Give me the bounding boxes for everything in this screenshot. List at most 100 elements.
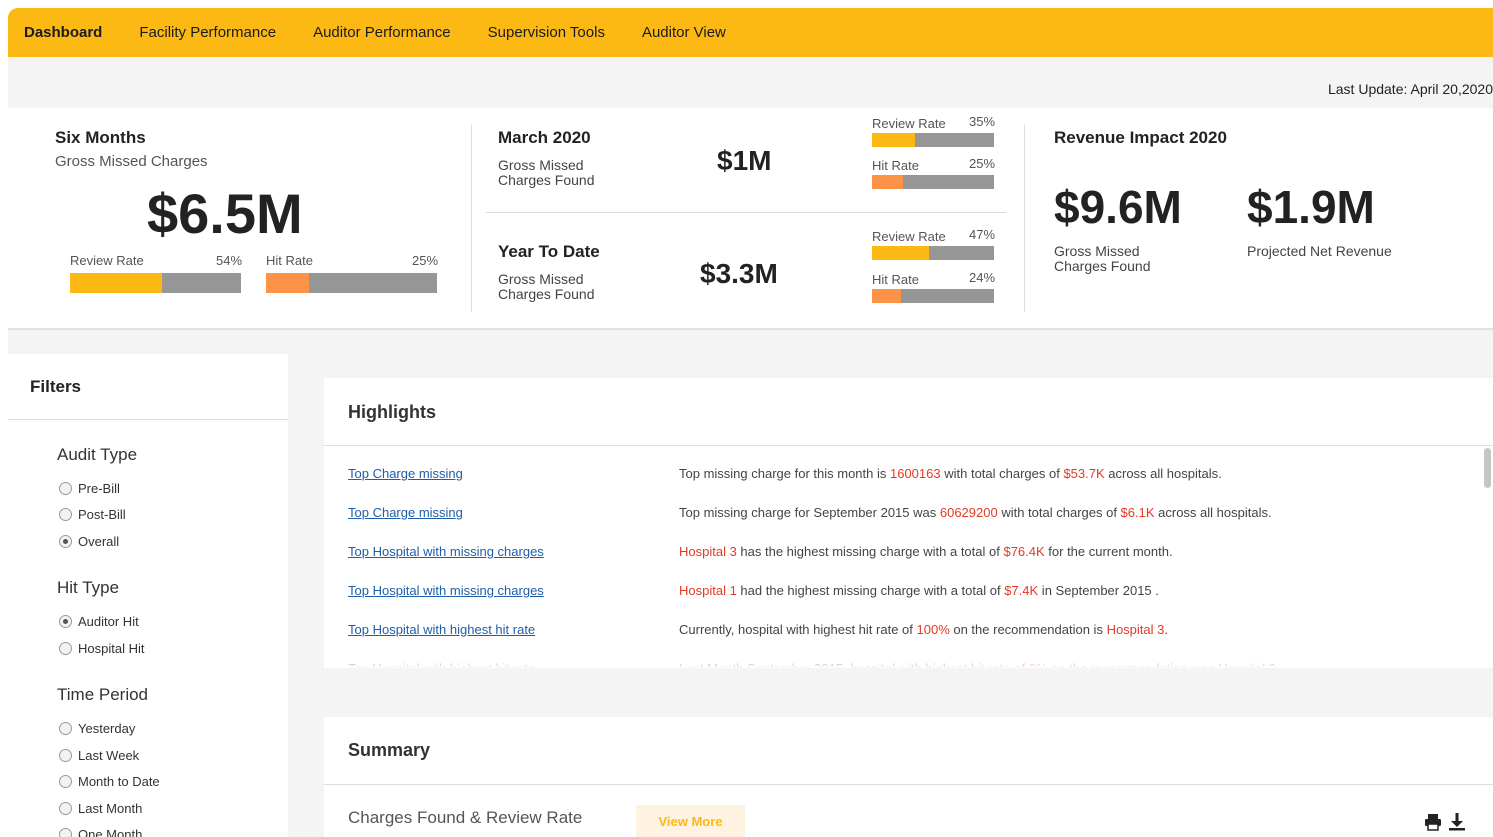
radio-hospital-hit[interactable]: Hospital Hit: [59, 641, 144, 656]
revenue-gross-label: Gross Missed Charges Found: [1054, 243, 1151, 274]
highlight-value: 60629200: [939, 505, 998, 520]
highlight-text: Hospital 3 has the highest missing charg…: [679, 544, 1173, 559]
last-update: Last Update: April 20,2020: [1327, 81, 1493, 97]
nav-dashboard[interactable]: Dashboard: [24, 24, 102, 41]
radio-circle[interactable]: [59, 749, 72, 762]
radio-circle[interactable]: [59, 802, 72, 815]
highlight-text-part: across all hospitals.: [1104, 466, 1222, 481]
radio-label: Last Week: [78, 748, 140, 763]
highlight-row: Top Charge missing Top missing charge for…: [348, 466, 1222, 481]
download-icon[interactable]: [1448, 812, 1466, 836]
radio-post-bill[interactable]: Post-Bill: [59, 507, 126, 522]
audit-type-title: Audit Type: [57, 445, 138, 464]
six-months-review-value: 54%: [216, 253, 243, 268]
filters-title: Filters: [30, 377, 82, 396]
nav-supervision-tools[interactable]: Supervision Tools: [488, 24, 605, 41]
highlight-text-part: with total charges of: [940, 466, 1064, 481]
highlight-text-part: Currently, hospital with highest hit rat…: [679, 622, 917, 637]
radio-yesterday[interactable]: Yesterday: [59, 721, 135, 736]
radio-label: Last Month: [78, 801, 143, 816]
hit-rate-fill: [872, 175, 903, 189]
six-months-hit-value: 25%: [412, 253, 439, 268]
radio-circle[interactable]: [59, 482, 72, 495]
highlights-card: Highlights Top Charge missing Top missing…: [324, 378, 1493, 668]
revenue-title: Revenue Impact 2020: [1054, 128, 1227, 147]
highlight-link[interactable]: Top Hospital with highest hit rate: [348, 622, 679, 637]
radio-circle[interactable]: [59, 828, 72, 837]
radio-last-month[interactable]: Last Month: [59, 801, 142, 816]
radio-label: Month to Date: [78, 774, 160, 789]
ytd-review-value: 47%: [969, 227, 996, 242]
highlight-link[interactable]: Top Charge missing: [348, 505, 679, 520]
highlight-value: 100%: [916, 622, 950, 637]
highlight-text-part: Top missing charge for September 2015 wa…: [679, 505, 940, 520]
radio-circle[interactable]: [59, 615, 72, 628]
radio-circle[interactable]: [59, 722, 72, 735]
revenue-net-value: $1.9M: [1247, 181, 1375, 233]
highlight-text: Top missing charge for September 2015 wa…: [679, 505, 1272, 520]
divider: [486, 212, 1006, 213]
march-review-value: 35%: [969, 114, 996, 129]
highlight-text-part: had the highest missing charge with a to…: [736, 583, 1005, 598]
review-rate-fill: [872, 246, 930, 260]
revenue-net-label: Projected Net Revenue: [1247, 243, 1392, 259]
nav-auditor-view[interactable]: Auditor View: [642, 24, 726, 41]
radio-auditor-hit[interactable]: Auditor Hit: [59, 614, 139, 629]
summary-card: Summary Charges Found & Review Rate View…: [324, 717, 1493, 837]
highlight-value: 1600163: [889, 466, 941, 481]
divider: [324, 784, 1493, 785]
highlight-value: $7.4K: [1004, 583, 1039, 598]
highlights-title: Highlights: [348, 402, 436, 422]
highlight-link[interactable]: Top Charge missing: [348, 466, 679, 481]
radio-overall[interactable]: Overall: [59, 534, 119, 549]
radio-last-week[interactable]: Last Week: [59, 748, 139, 763]
highlight-value: $76.4K: [1003, 544, 1045, 559]
radio-label: One Month: [78, 827, 143, 837]
highlight-link[interactable]: Top Hospital with missing charges: [348, 544, 679, 559]
six-months-review-bar: [70, 273, 241, 293]
divider: [471, 124, 472, 312]
stats-panel: Six Months Gross Missed Charges $6.5M Re…: [8, 108, 1493, 330]
radio-label: Auditor Hit: [78, 614, 139, 629]
six-months-subtitle: Gross Missed Charges: [55, 153, 208, 170]
highlight-text-part: across all hospitals.: [1154, 505, 1272, 520]
radio-month-to-date[interactable]: Month to Date: [59, 774, 160, 789]
summary-section-label: Charges Found & Review Rate: [348, 808, 583, 827]
highlight-text-part: has the highest missing charge with a to…: [736, 544, 1004, 559]
hit-type-title: Hit Type: [57, 578, 120, 597]
ytd-hit-bar: [872, 289, 994, 303]
divider: [324, 445, 1493, 446]
radio-label: Post-Bill: [78, 507, 126, 522]
ytd-review-label: Review Rate: [872, 229, 946, 244]
radio-one-month[interactable]: One Month: [59, 827, 142, 837]
hit-rate-fill: [266, 273, 309, 293]
highlight-text-part: .: [1164, 622, 1168, 637]
hit-rate-fill: [872, 289, 902, 303]
radio-circle[interactable]: [59, 535, 72, 548]
highlights-scrollbar[interactable]: [1484, 448, 1491, 488]
radio-circle[interactable]: [59, 642, 72, 655]
highlight-row: Top Hospital with missing charges Hospita…: [348, 544, 1173, 559]
print-icon[interactable]: [1424, 813, 1442, 836]
radio-pre-bill[interactable]: Pre-Bill: [59, 481, 120, 496]
radio-circle[interactable]: [59, 508, 72, 521]
highlight-link[interactable]: Top Hospital with missing charges: [348, 583, 679, 598]
six-months-review-label: Review Rate: [70, 253, 144, 268]
highlight-value: Hospital 1: [679, 583, 737, 598]
view-more-button[interactable]: View More: [636, 805, 745, 837]
ytd-subtitle: Gross Missed Charges Found: [498, 271, 595, 302]
march-hit-value: 25%: [969, 156, 996, 171]
nav-facility-performance[interactable]: Facility Performance: [139, 24, 276, 41]
fade-overlay: [324, 654, 1493, 668]
nav-auditor-performance[interactable]: Auditor Performance: [313, 24, 451, 41]
march-hit-label: Hit Rate: [872, 158, 919, 173]
march-review-bar: [872, 133, 994, 147]
ytd-review-bar: [872, 246, 994, 260]
highlight-value: $53.7K: [1063, 466, 1105, 481]
highlight-row: Top Charge missing Top missing charge for…: [348, 505, 1272, 520]
six-months-title: Six Months: [55, 128, 146, 147]
highlight-row: Top Hospital with missing charges Hospita…: [348, 583, 1159, 598]
ytd-hit-value: 24%: [969, 270, 996, 285]
radio-circle[interactable]: [59, 775, 72, 788]
highlight-value: Hospital 3: [679, 544, 737, 559]
